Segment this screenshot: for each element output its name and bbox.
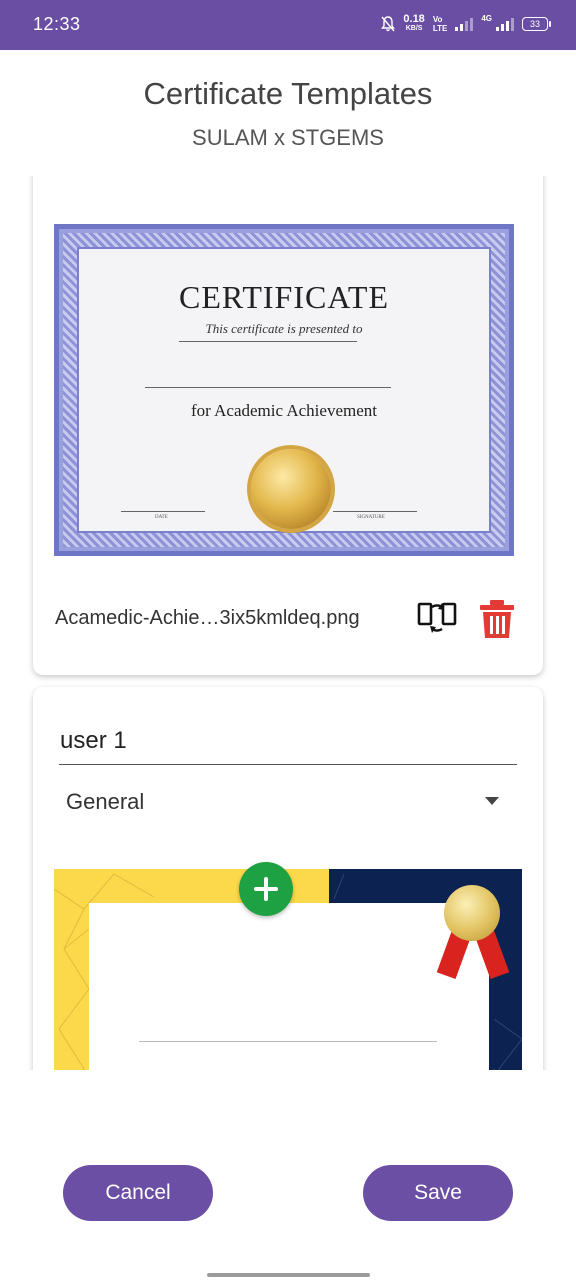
home-indicator[interactable] <box>207 1273 370 1277</box>
file-name: Acamedic-Achie…3ix5kmldeq.png <box>55 607 360 629</box>
certificate-heading: CERTIFICATE <box>179 279 389 315</box>
volte-indicator: Vo LTE <box>433 15 448 33</box>
net-speed-value: 0.18 <box>403 13 425 25</box>
category-value: General <box>66 789 145 814</box>
gold-medal-icon <box>444 885 500 941</box>
template-name-input[interactable]: user 1 <box>59 725 517 765</box>
date-label: DATE <box>155 515 168 520</box>
signal-bars-2-icon <box>496 17 514 31</box>
template-card: CERTIFICATE This certificate is presente… <box>33 176 543 675</box>
signature-label: SIGNATURE <box>357 515 385 520</box>
dropdown-arrow-icon <box>485 797 499 805</box>
certificate-image[interactable]: CERTIFICATE This certificate is presente… <box>54 224 514 556</box>
page-subtitle: SULAM x STGEMS <box>192 125 384 150</box>
network-type: 4G <box>481 14 492 23</box>
battery-level: 33 <box>529 19 540 29</box>
net-speed: 0.18 KB/S <box>403 14 424 34</box>
certificate-achievement: for Academic Achievement <box>191 401 377 420</box>
save-button[interactable]: Save <box>363 1165 513 1221</box>
category-dropdown[interactable]: General <box>59 783 517 823</box>
volte-bottom: LTE <box>432 24 448 33</box>
volte-top: Vo <box>432 15 443 24</box>
battery-icon: 33 <box>522 17 551 31</box>
net-speed-unit: KB/S <box>405 25 423 32</box>
mute-bell-icon <box>381 16 396 32</box>
plus-icon[interactable] <box>239 862 293 916</box>
status-icons: 0.18 KB/S Vo LTE 4G 33 <box>381 14 551 34</box>
certificate-subheading: This certificate is presented to <box>205 321 363 336</box>
trash-icon[interactable] <box>478 598 516 640</box>
templates-list[interactable]: CERTIFICATE This certificate is presente… <box>22 176 554 1070</box>
status-bar: 12:33 0.18 KB/S Vo LTE 4G 33 <box>0 0 576 50</box>
cancel-button[interactable]: Cancel <box>63 1165 213 1221</box>
gold-seal-icon <box>251 449 331 529</box>
page-title: Certificate Templates <box>143 76 433 111</box>
swap-icon[interactable] <box>416 598 458 638</box>
signal-bars-1-icon <box>455 17 474 31</box>
status-time: 12:33 <box>33 14 81 34</box>
